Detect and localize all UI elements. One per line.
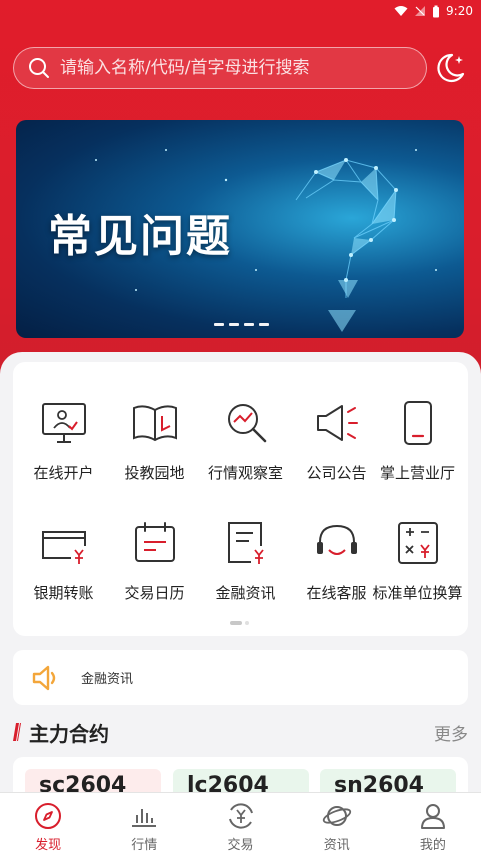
document-yuan-icon	[227, 522, 264, 564]
megaphone-icon	[316, 405, 358, 441]
tab-label: 我的	[419, 838, 446, 853]
tab-discover[interactable]: 发现	[0, 793, 96, 856]
battery-icon	[433, 5, 440, 17]
grid-item-label: 行情观察室	[207, 464, 283, 482]
banner-title: 常见问题	[48, 211, 232, 262]
card-yuan-icon	[41, 531, 86, 564]
grid-item-market-observation[interactable]: 行情观察室	[200, 398, 291, 483]
tab-label: 行情	[131, 838, 158, 853]
grid-item-label: 掌上营业厅	[379, 464, 455, 482]
user-icon	[420, 804, 445, 829]
monitor-person-icon	[41, 403, 86, 443]
search-row	[13, 46, 468, 90]
yuan-cycle-icon	[228, 803, 253, 829]
magnifier-chart-icon	[227, 404, 266, 443]
grid-item-trading-calendar[interactable]: 交易日历	[109, 518, 200, 603]
news-ticker-text: 金融资讯	[81, 672, 134, 687]
compass-icon	[35, 803, 62, 829]
banner-carousel[interactable]: 常见问题	[16, 120, 464, 338]
section-mark-icon	[13, 723, 21, 741]
grid-item-label: 标准单位换算	[372, 584, 463, 602]
grid-item-label: 在线客服	[306, 584, 367, 602]
tab-label: 交易	[227, 838, 254, 853]
grid-item-unit-conversion[interactable]: 标准单位换算	[372, 518, 463, 603]
grid-item-investor-education[interactable]: 投教园地	[109, 398, 200, 483]
feature-grid: 在线开户 投教园地 行情观察室 公司公告 掌上营业厅 银期转账 交易日历 金融资…	[13, 362, 468, 636]
bottom-tab-bar: 发现 行情 交易 资讯 我的	[0, 792, 481, 856]
grid-item-label: 公司公告	[306, 464, 367, 482]
tab-news[interactable]: 资讯	[289, 793, 385, 856]
tab-market[interactable]: 行情	[96, 793, 192, 856]
grid-item-label: 金融资讯	[215, 584, 276, 602]
status-bar: 9:20	[0, 0, 481, 22]
more-link[interactable]: 更多	[434, 720, 468, 745]
tab-mine[interactable]: 我的	[385, 793, 481, 856]
night-mode-icon[interactable]	[432, 50, 468, 86]
grid-item-financial-news[interactable]: 金融资讯	[200, 518, 291, 603]
banner-dot	[244, 323, 254, 326]
grid-item-online-service[interactable]: 在线客服	[291, 518, 382, 603]
grid-item-label: 在线开户	[33, 464, 94, 482]
grid-page-indicator	[230, 621, 249, 625]
tab-trade[interactable]: 交易	[192, 793, 288, 856]
main-contracts-header: 主力合约 更多	[13, 717, 468, 747]
search-icon	[29, 58, 49, 78]
grid-item-bank-futures-transfer[interactable]: 银期转账	[18, 518, 109, 603]
calendar-icon	[134, 522, 175, 562]
banner-dot	[229, 323, 239, 326]
banner-dot	[214, 323, 224, 326]
grid-item-company-announcement[interactable]: 公司公告	[291, 398, 382, 483]
status-time: 9:20	[446, 4, 473, 18]
calculator-icon	[397, 522, 438, 564]
banner-page-indicator	[214, 323, 269, 326]
planet-icon	[322, 806, 351, 826]
tab-label: 发现	[35, 838, 62, 853]
grid-item-mobile-hall[interactable]: 掌上营业厅	[372, 398, 463, 483]
news-ticker[interactable]: 金融资讯	[13, 650, 468, 705]
phone-icon	[403, 401, 432, 445]
grid-item-online-account[interactable]: 在线开户	[18, 398, 109, 483]
section-title: 主力合约	[29, 721, 109, 746]
wifi-icon	[394, 6, 408, 16]
grid-item-label: 交易日历	[124, 584, 185, 602]
tab-label: 资讯	[323, 838, 350, 853]
signal-off-icon	[415, 6, 426, 16]
grid-item-label: 投教园地	[124, 464, 185, 482]
grid-item-label: 银期转账	[33, 584, 94, 602]
search-input[interactable]	[60, 58, 400, 78]
pager-dot	[245, 621, 249, 625]
contract-list: sc2604 lc2604 sn2604	[13, 757, 468, 797]
headset-icon	[316, 524, 357, 555]
search-box[interactable]	[13, 47, 427, 89]
banner-dot	[259, 323, 269, 326]
pager-dot-active	[230, 621, 242, 625]
speaker-icon	[32, 665, 56, 690]
bar-chart-icon	[132, 809, 157, 827]
open-book-icon	[132, 405, 177, 442]
